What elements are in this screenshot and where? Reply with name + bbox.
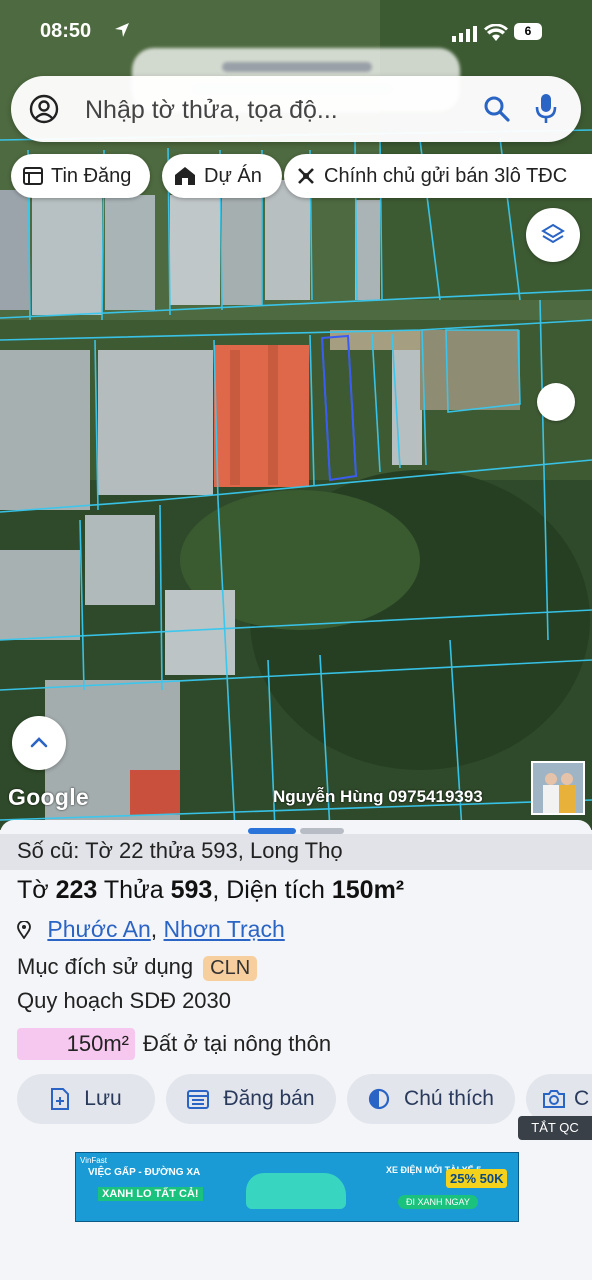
address-separator: , xyxy=(150,916,158,942)
old-reference-text: Số cũ: Tờ 22 thửa 593, Long Thọ xyxy=(17,838,343,863)
area-value: 150m² xyxy=(331,876,405,904)
account-icon[interactable] xyxy=(29,94,59,124)
chip-label: Tin Đăng xyxy=(51,164,132,187)
notification-line xyxy=(222,62,372,72)
planning-area-swatch: 150m² xyxy=(17,1028,135,1060)
parcel-address: Phước An, Nhơn Trạch xyxy=(17,916,285,943)
chip-tin-dang[interactable]: Tin Đăng xyxy=(11,154,150,198)
banner-logo: VinFast xyxy=(80,1156,107,1165)
parcel-title: Tờ 223 Thửa 593, Diện tích 150m² xyxy=(17,876,404,905)
google-attribution: Google xyxy=(8,784,90,810)
satellite-map[interactable]: 08:50 6 Tin Đăng Dự Án xyxy=(0,0,592,830)
legend-button[interactable]: Chú thích xyxy=(347,1074,515,1124)
car-image xyxy=(246,1173,346,1209)
old-reference-row: Số cũ: Tờ 22 thửa 593, Long Thọ xyxy=(0,834,592,870)
expand-sheet-button[interactable] xyxy=(12,716,66,770)
search-bar[interactable] xyxy=(11,76,581,142)
post-sale-button[interactable]: Đăng bán xyxy=(166,1074,336,1124)
search-icon[interactable] xyxy=(483,95,511,123)
post-sale-icon xyxy=(187,1090,210,1109)
legend-label: Chú thích xyxy=(404,1087,494,1110)
save-label: Lưu xyxy=(84,1087,122,1110)
search-input[interactable] xyxy=(83,92,467,128)
planning-label: Quy hoạch SDĐ 2030 xyxy=(17,988,232,1013)
owner-photo-icon xyxy=(533,763,583,813)
chip-label: Chính chủ gửi bán 3lô TĐC xyxy=(324,164,568,187)
listing-icon xyxy=(23,167,43,185)
ad-icon xyxy=(298,168,314,184)
camera-icon xyxy=(543,1090,565,1108)
parcel-number-value: 593 xyxy=(170,876,213,904)
district-link[interactable]: Nhơn Trạch xyxy=(164,916,285,942)
sheet-number-value: 223 xyxy=(55,876,98,904)
location-pin-icon xyxy=(17,921,31,939)
disable-ads-button[interactable]: TẮT QC xyxy=(518,1116,592,1140)
area-label: , Diện tích xyxy=(212,876,325,904)
map-marker-dot[interactable] xyxy=(537,383,575,421)
project-icon xyxy=(175,167,195,185)
camera-label: C xyxy=(574,1087,590,1110)
purpose-badge: CLN xyxy=(203,956,258,981)
planning-area-value: 150m² xyxy=(66,1031,129,1056)
owner-contact-label[interactable]: Nguyễn Hùng 0975419393 xyxy=(273,787,483,807)
location-arrow-icon xyxy=(115,23,129,37)
ward-link[interactable]: Phước An xyxy=(47,916,150,942)
save-button[interactable]: Lưu xyxy=(17,1074,155,1124)
signal-icon xyxy=(452,26,477,42)
banner-cta[interactable]: ĐI XANH NGAY xyxy=(398,1195,478,1209)
action-buttons: Lưu Đăng bán Chú thích C xyxy=(0,1074,592,1126)
layers-button[interactable] xyxy=(526,208,580,262)
save-icon xyxy=(51,1088,70,1110)
purpose-label: Mục đích sử dụng xyxy=(17,954,194,979)
parcel-number-label: Thửa xyxy=(103,876,164,904)
land-use-purpose: Mục đích sử dụng CLN xyxy=(17,954,258,981)
ad-banner[interactable]: VinFast VIỆC GẤP - ĐƯỜNG XA XANH LO TẤT … xyxy=(75,1152,519,1222)
chip-du-an[interactable]: Dự Án xyxy=(162,154,282,198)
banner-discount: 25% 50K xyxy=(446,1169,508,1188)
banner-slogan: XANH LO TẤT CẢ! xyxy=(98,1187,203,1201)
parcel-info-sheet[interactable]: Số cũ: Tờ 22 thửa 593, Long Thọ Tờ 223 T… xyxy=(0,820,592,1280)
post-sale-label: Đăng bán xyxy=(223,1087,315,1110)
legend-icon xyxy=(368,1088,390,1110)
layers-icon xyxy=(541,223,565,244)
battery-indicator: 6 xyxy=(514,23,542,40)
banner-headline: VIỆC GẤP - ĐƯỜNG XA xyxy=(88,1167,201,1178)
chevron-up-icon xyxy=(30,737,48,748)
microphone-icon[interactable] xyxy=(535,93,557,125)
chip-ad-listing[interactable]: Chính chủ gửi bán 3lô TĐC xyxy=(284,154,592,198)
status-bar: 08:50 6 xyxy=(0,18,592,48)
owner-thumbnail[interactable] xyxy=(531,761,585,815)
status-time: 08:50 xyxy=(40,20,92,42)
sheet-number-label: Tờ xyxy=(17,876,49,904)
chip-label: Dự Án xyxy=(204,164,262,187)
planning-area-description: Đất ở tại nông thôn xyxy=(143,1031,332,1056)
wifi-icon xyxy=(484,24,508,41)
